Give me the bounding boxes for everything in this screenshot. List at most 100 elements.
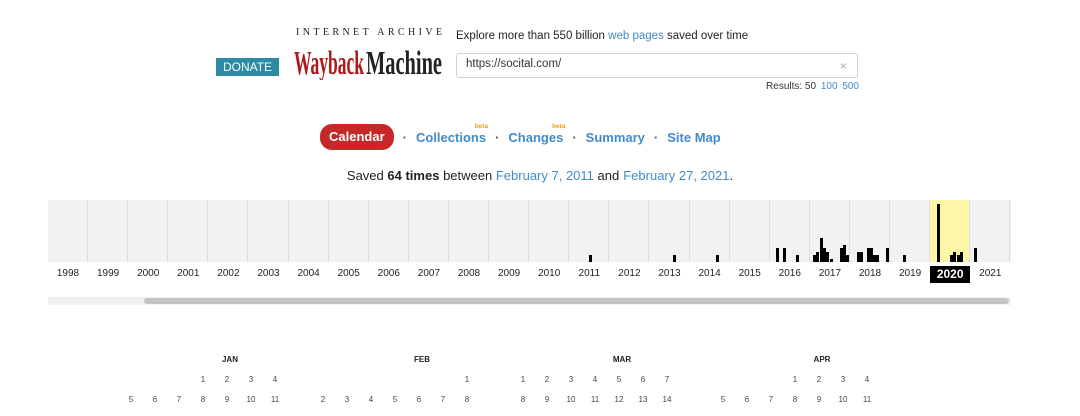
results-100-link[interactable]: 100	[821, 81, 838, 92]
calendar-day[interactable]: 2	[536, 375, 558, 384]
year-label-2004[interactable]: 2004	[289, 268, 329, 279]
calendar-day[interactable]: 11	[856, 395, 878, 404]
calendar-day[interactable]: 10	[560, 395, 582, 404]
tab-calendar[interactable]: Calendar	[320, 124, 394, 150]
calendar-day[interactable]: 11	[264, 395, 286, 404]
calendar-day[interactable]: 10	[832, 395, 854, 404]
calendar-day[interactable]: 6	[144, 395, 166, 404]
year-label-2017[interactable]: 2017	[810, 268, 850, 279]
timeline-year-2001[interactable]	[168, 200, 209, 262]
calendar-day[interactable]: 2	[808, 375, 830, 384]
calendar-day[interactable]: 3	[240, 375, 262, 384]
capture-bar[interactable]	[715, 255, 719, 262]
year-label-2019[interactable]: 2019	[890, 268, 930, 279]
capture-bar[interactable]	[776, 248, 780, 262]
timeline-year-2012[interactable]	[609, 200, 650, 262]
calendar-day[interactable]: 9	[216, 395, 238, 404]
timeline-year-2002[interactable]	[208, 200, 249, 262]
calendar-day[interactable]: 5	[712, 395, 734, 404]
timeline-year-2010[interactable]	[529, 200, 570, 262]
tab-site-map[interactable]: Site Map	[667, 130, 720, 145]
year-label-2016[interactable]: 2016	[770, 268, 810, 279]
year-label-2012[interactable]: 2012	[609, 268, 649, 279]
calendar-day[interactable]: 8	[192, 395, 214, 404]
last-capture-link[interactable]: February 27, 2021	[623, 168, 729, 183]
timeline-year-2016[interactable]	[770, 200, 810, 262]
timeline-year-2004[interactable]	[289, 200, 329, 262]
year-label-2000[interactable]: 2000	[128, 268, 168, 279]
tab-changes[interactable]: Changes beta	[508, 123, 565, 145]
calendar-day[interactable]: 3	[832, 375, 854, 384]
timeline-year-2011[interactable]	[569, 200, 610, 262]
calendar-day[interactable]: 5	[120, 395, 142, 404]
capture-bar[interactable]	[876, 255, 880, 262]
capture-bar[interactable]	[886, 248, 890, 262]
calendar-day[interactable]: 5	[608, 375, 630, 384]
url-search-box[interactable]: ×	[456, 53, 858, 78]
calendar-day[interactable]: 2	[312, 395, 334, 404]
calendar-day[interactable]: 1	[456, 375, 478, 384]
timeline-year-2008[interactable]	[449, 200, 490, 262]
year-label-1999[interactable]: 1999	[88, 268, 128, 279]
calendar-day[interactable]: 9	[808, 395, 830, 404]
timeline-year-2006[interactable]	[369, 200, 409, 262]
timeline-year-2020[interactable]	[930, 200, 971, 262]
year-label-2010[interactable]: 2010	[529, 268, 569, 279]
calendar-day[interactable]: 6	[736, 395, 758, 404]
calendar-day[interactable]: 8	[456, 395, 478, 404]
calendar-day[interactable]: 1	[512, 375, 534, 384]
calendar-day[interactable]: 7	[168, 395, 190, 404]
timeline-year-1999[interactable]	[88, 200, 129, 262]
year-label-1998[interactable]: 1998	[48, 268, 88, 279]
url-input[interactable]	[466, 58, 826, 70]
capture-timeline[interactable]	[48, 200, 1011, 262]
web-pages-link[interactable]: web pages	[608, 30, 664, 42]
capture-bar[interactable]	[973, 248, 977, 262]
calendar-day[interactable]: 6	[408, 395, 430, 404]
capture-bar[interactable]	[903, 255, 907, 262]
year-label-2008[interactable]: 2008	[449, 268, 489, 279]
first-capture-link[interactable]: February 7, 2011	[496, 168, 594, 183]
timeline-year-2005[interactable]	[329, 200, 369, 262]
calendar-day[interactable]: 7	[432, 395, 454, 404]
calendar-day[interactable]: 7	[760, 395, 782, 404]
calendar-day[interactable]: 13	[632, 395, 654, 404]
calendar-day[interactable]: 3	[560, 375, 582, 384]
year-label-2020[interactable]: 2020	[930, 266, 971, 283]
year-label-2007[interactable]: 2007	[409, 268, 449, 279]
timeline-year-2013[interactable]	[650, 200, 690, 262]
calendar-day[interactable]: 1	[192, 375, 214, 384]
capture-bar[interactable]	[829, 259, 833, 262]
calendar-day[interactable]: 8	[512, 395, 534, 404]
calendar-day[interactable]: 4	[360, 395, 382, 404]
capture-bar[interactable]	[936, 204, 940, 262]
calendar-day[interactable]: 1	[784, 375, 806, 384]
capture-bar[interactable]	[589, 255, 593, 262]
year-label-2011[interactable]: 2011	[569, 268, 609, 279]
timeline-year-2000[interactable]	[128, 200, 169, 262]
calendar-day[interactable]: 5	[384, 395, 406, 404]
calendar-day[interactable]: 7	[656, 375, 678, 384]
wayback-machine-logo[interactable]: Wayback Machine	[294, 40, 442, 80]
year-label-2001[interactable]: 2001	[168, 268, 208, 279]
capture-bar[interactable]	[859, 252, 863, 262]
calendar-day[interactable]: 3	[336, 395, 358, 404]
capture-bar[interactable]	[846, 255, 850, 262]
timeline-year-2018[interactable]	[850, 200, 891, 262]
timeline-year-2015[interactable]	[730, 200, 770, 262]
calendar-day[interactable]: 14	[656, 395, 678, 404]
year-label-2013[interactable]: 2013	[650, 268, 690, 279]
year-label-2018[interactable]: 2018	[850, 268, 890, 279]
results-500-link[interactable]: 500	[842, 81, 859, 92]
calendar-day[interactable]: 4	[264, 375, 286, 384]
timeline-year-2009[interactable]	[489, 200, 530, 262]
timeline-year-2017[interactable]	[810, 200, 850, 262]
year-label-2014[interactable]: 2014	[690, 268, 730, 279]
year-label-2005[interactable]: 2005	[329, 268, 369, 279]
calendar-day[interactable]: 9	[536, 395, 558, 404]
calendar-day[interactable]: 6	[632, 375, 654, 384]
year-label-2003[interactable]: 2003	[249, 268, 289, 279]
calendar-day[interactable]: 4	[856, 375, 878, 384]
year-label-2015[interactable]: 2015	[730, 268, 770, 279]
year-label-2006[interactable]: 2006	[369, 268, 409, 279]
